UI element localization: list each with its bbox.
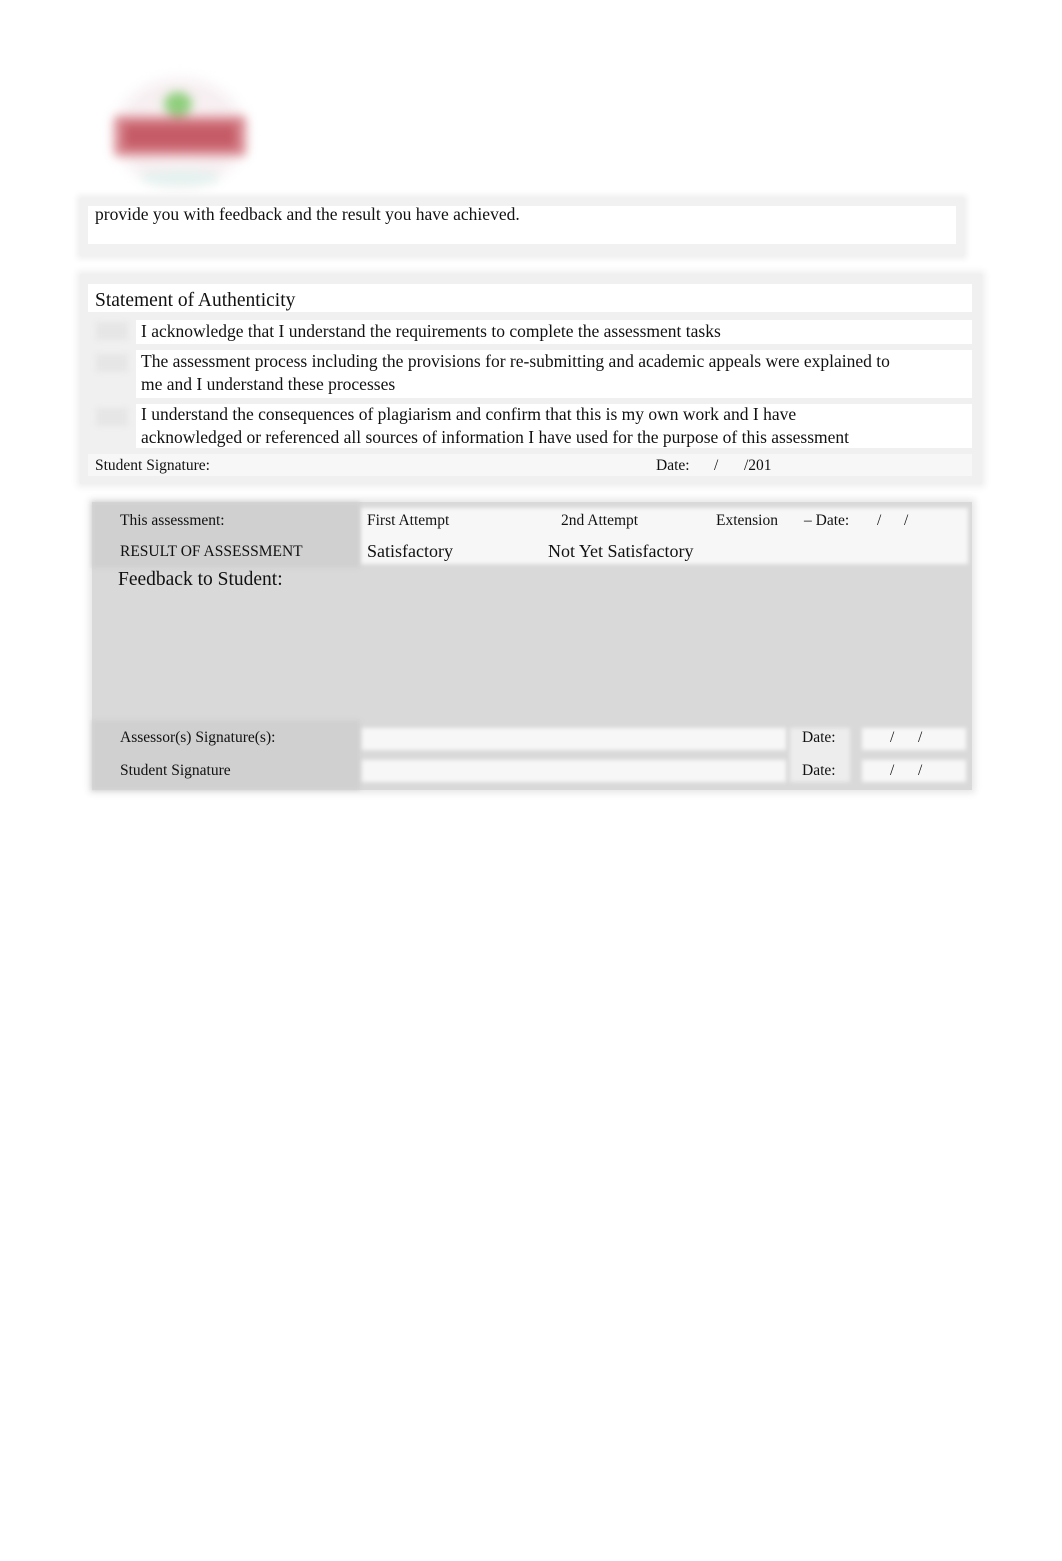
statement-line: I understand the consequences of plagiar… [141,404,797,424]
date-separator: / [877,512,882,529]
document-page: provide you with feedback and the result… [0,0,1062,1561]
assessment-result-section: This assessment: First Attempt 2nd Attem… [92,502,972,790]
student-date-field[interactable] [862,760,966,782]
result-of-assessment-label: RESULT OF ASSESSMENT [120,543,303,560]
date-separator: / [918,762,923,779]
statement-line: acknowledged or referenced all sources o… [141,427,850,447]
statement-line: I acknowledge that I understand the requ… [141,321,721,341]
plagiarism-checkbox[interactable] [96,408,128,426]
extension-option[interactable]: Extension [716,512,778,530]
student-signature-label: Student Signature: [95,457,210,474]
statement-line: The assessment process including the pro… [141,351,890,371]
signature-row-bg [88,454,972,476]
second-attempt-option[interactable]: 2nd Attempt [561,512,638,530]
extension-date-label: – Date: [804,512,850,529]
process-checkbox[interactable] [96,354,128,372]
this-assessment-label: This assessment: [120,512,225,529]
logo-leaf [164,92,192,116]
date-separator: / [890,729,895,746]
date-label: Date: [656,457,690,474]
student-signature-label: Student Signature [120,762,231,779]
intro-text: provide you with feedback and the result… [95,204,520,224]
assessor-signature-field[interactable] [362,728,786,750]
satisfactory-option[interactable]: Satisfactory [367,540,453,562]
assessor-date-label: Date: [802,729,836,746]
authenticity-section: Statement of Authenticity I acknowledge … [80,274,982,484]
assessor-date-field[interactable] [862,728,966,750]
date-separator: / [890,762,895,779]
acknowledge-checkbox[interactable] [96,322,128,340]
statement-plagiarism: I understand the consequences of plagiar… [141,403,849,449]
assessor-signature-label: Assessor(s) Signature(s): [120,729,276,746]
date-separator: / [714,457,719,474]
student-signature-field[interactable] [362,760,786,782]
statement-line: me and I understand these processes [141,374,396,394]
first-attempt-option[interactable]: First Attempt [367,512,449,530]
logo-banner-core [124,124,236,148]
date-separator: / [904,512,909,529]
section-title: Statement of Authenticity [95,290,296,311]
not-yet-satisfactory-option[interactable]: Not Yet Satisfactory [548,540,694,562]
feedback-label: Feedback to Student: [118,569,283,590]
feedback-textarea[interactable] [92,596,972,718]
student-date-label: Date: [802,762,836,779]
institution-logo-icon [100,70,260,195]
logo-arc [140,170,220,186]
date-year: /201 [744,457,772,474]
statement-process: The assessment process including the pro… [141,350,890,396]
date-separator: / [918,729,923,746]
intro-box: provide you with feedback and the result… [80,198,964,256]
statement-requirements: I acknowledge that I understand the requ… [141,320,721,343]
